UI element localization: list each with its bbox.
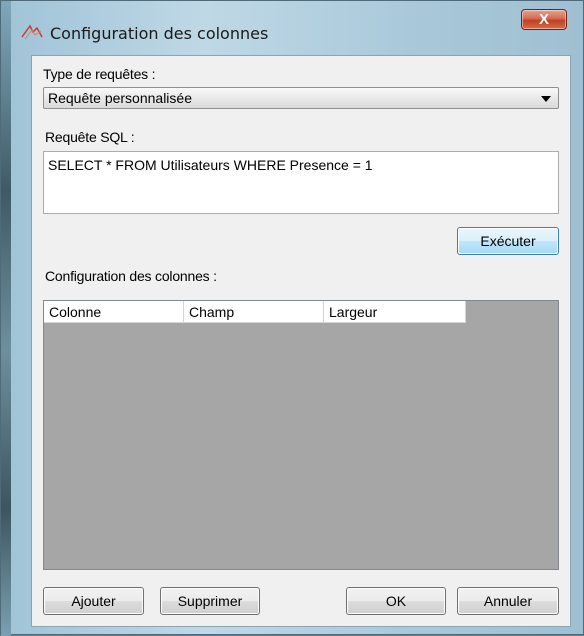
delete-button[interactable]: Supprimer xyxy=(160,587,260,615)
app-icon xyxy=(21,24,43,40)
window-title: Configuration des colonnes xyxy=(50,24,269,43)
column-header-champ[interactable]: Champ xyxy=(184,301,324,323)
grid-header: Colonne Champ Largeur xyxy=(44,301,466,323)
sql-label: Requête SQL : xyxy=(45,129,135,145)
cancel-button[interactable]: Annuler xyxy=(457,587,559,615)
ok-button[interactable]: OK xyxy=(346,587,446,615)
columns-config-label: Configuration des colonnes : xyxy=(45,268,217,284)
dialog-body: Type de requêtes : Requête personnalisée… xyxy=(31,55,571,627)
close-button[interactable]: X xyxy=(521,9,567,30)
title-bar[interactable]: Configuration des colonnes X xyxy=(1,1,584,47)
query-type-select[interactable]: Requête personnalisée xyxy=(43,87,559,109)
add-button[interactable]: Ajouter xyxy=(43,587,144,615)
query-type-value: Requête personnalisée xyxy=(48,90,192,106)
column-header-largeur[interactable]: Largeur xyxy=(324,301,466,323)
columns-grid[interactable]: Colonne Champ Largeur xyxy=(43,300,559,570)
close-icon: X xyxy=(538,11,549,28)
window-frame: Configuration des colonnes X Type de req… xyxy=(0,0,584,636)
query-type-label: Type de requêtes : xyxy=(43,66,156,82)
execute-button[interactable]: Exécuter xyxy=(457,227,559,255)
sql-query-textarea[interactable]: SELECT * FROM Utilisateurs WHERE Presenc… xyxy=(43,151,559,214)
chevron-down-icon xyxy=(541,96,551,102)
column-header-colonne[interactable]: Colonne xyxy=(44,301,184,323)
